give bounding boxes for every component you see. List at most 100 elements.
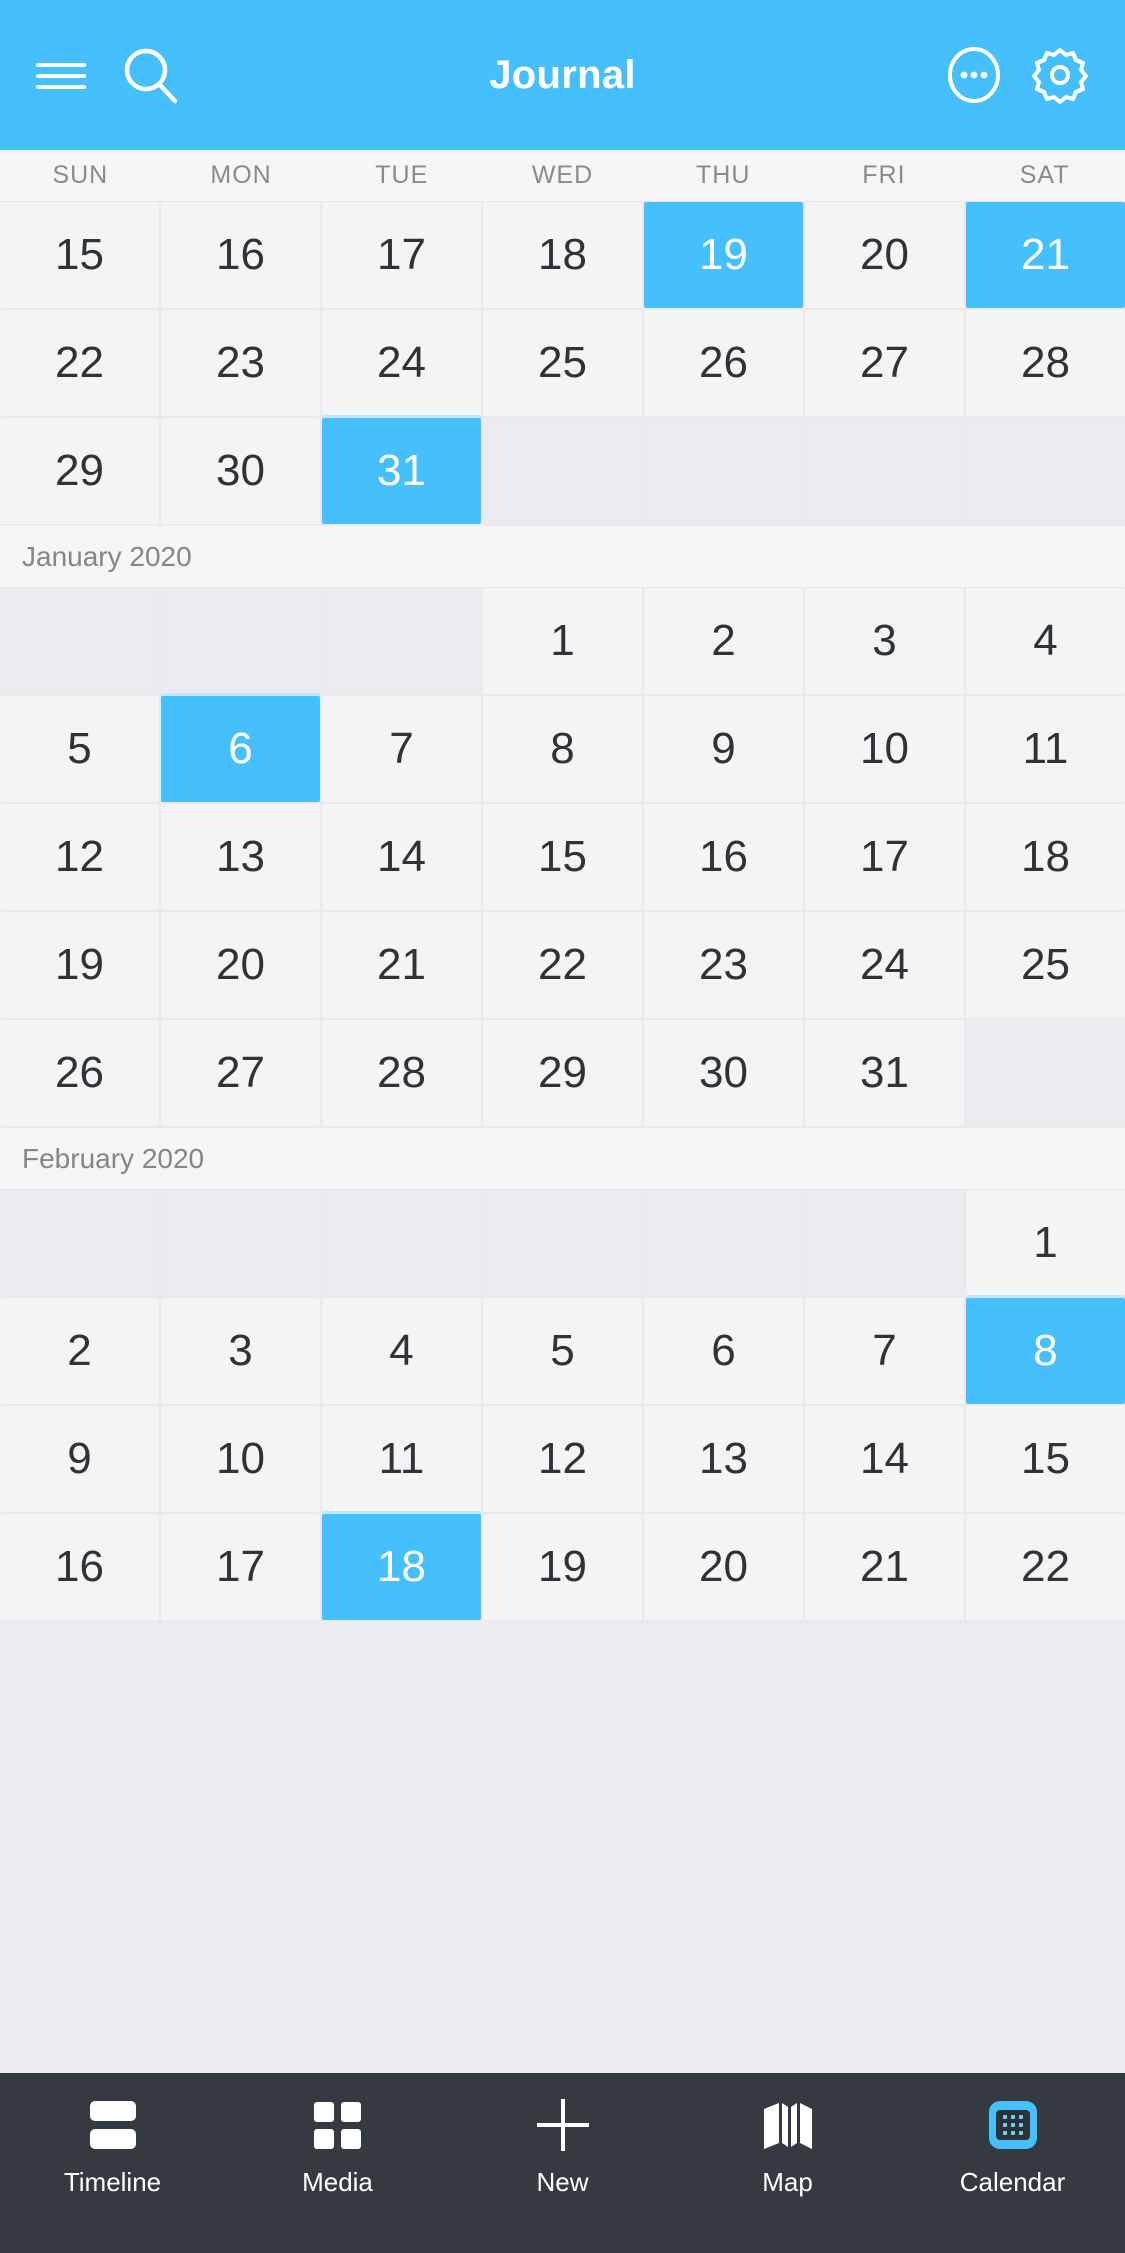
calendar-day-cell[interactable]: 27 [805,310,964,416]
calendar-day-cell[interactable]: 1 [483,588,642,694]
calendar-day-cell[interactable]: 11 [322,1406,481,1512]
calendar-day-cell[interactable]: 30 [161,418,320,524]
calendar-day-cell[interactable]: 26 [644,310,803,416]
nav-item-media[interactable]: Media [225,2099,450,2198]
calendar-week-row: 19 20 21 22 23 24 25 [0,912,1125,1020]
calendar-day-cell[interactable]: 11 [966,696,1125,802]
calendar-day-cell[interactable]: 27 [161,1020,320,1126]
calendar-day-cell[interactable]: 25 [483,310,642,416]
calendar-day-cell[interactable]: 14 [805,1406,964,1512]
calendar-day-cell[interactable]: 22 [483,912,642,1018]
calendar-day-cell[interactable]: 23 [161,310,320,416]
calendar-day-cell[interactable]: 3 [805,588,964,694]
calendar-day-cell[interactable]: 17 [161,1514,320,1620]
calendar-day-cell[interactable]: 4 [322,1298,481,1404]
calendar-day-cell[interactable]: 29 [0,418,159,524]
calendar-day-cell[interactable]: 5 [0,696,159,802]
calendar-day-cell[interactable]: 24 [322,310,481,416]
calendar-day-cell[interactable]: 16 [0,1514,159,1620]
nav-label-media: Media [302,2167,373,2197]
calendar-day-cell[interactable]: 22 [966,1514,1125,1620]
calendar-day-cell[interactable]: 18 [483,202,642,308]
calendar-day-cell[interactable]: 23 [644,912,803,1018]
calendar-day-cell[interactable]: 10 [805,696,964,802]
calendar-day-cell[interactable]: 30 [644,1020,803,1126]
calendar-day-cell[interactable]: 31 [322,418,481,524]
calendar-day-cell[interactable]: 20 [161,912,320,1018]
app-screen: Journal SUN MON TUE WED THU FRI SAT 15 1… [0,0,1125,2253]
calendar-day-cell[interactable]: 6 [161,696,320,802]
calendar-day-cell[interactable]: 17 [805,804,964,910]
calendar-day-cell[interactable]: 20 [644,1514,803,1620]
month-separator: January 2020 [0,526,1125,588]
calendar-day-cell[interactable]: 26 [0,1020,159,1126]
month-separator: February 2020 [0,1128,1125,1190]
circle-ellipsis-icon[interactable] [945,46,1003,104]
calendar-icon [988,2099,1037,2151]
calendar-week-row: 2345678 [0,1298,1125,1406]
calendar-day-cell[interactable]: 19 [0,912,159,1018]
weekday-thu: THU [696,161,751,189]
calendar-day-cell[interactable]: 10 [161,1406,320,1512]
calendar-day-cell[interactable]: 2 [644,588,803,694]
calendar-day-cell[interactable]: 18 [966,804,1125,910]
calendar-day-cell[interactable]: 16 [644,804,803,910]
calendar-day-cell[interactable]: 19 [644,202,803,308]
calendar-day-cell[interactable]: 15 [0,202,159,308]
nav-item-new[interactable]: New [450,2099,675,2198]
calendar-day-cell[interactable]: 1 [966,1190,1125,1296]
calendar-week-row: 1 [0,1190,1125,1298]
calendar-day-cell[interactable]: 3 [161,1298,320,1404]
calendar-day-cell[interactable]: 15 [966,1406,1125,1512]
calendar-day-cell[interactable]: 12 [0,804,159,910]
nav-label-timeline: Timeline [63,2167,162,2197]
calendar-day-cell[interactable]: 17 [322,202,481,308]
calendar-day-cell[interactable]: 9 [0,1406,159,1512]
calendar-day-cell[interactable]: 20 [805,202,964,308]
hamburger-menu-icon[interactable] [34,55,88,95]
map-icon [761,2099,815,2151]
nav-item-timeline[interactable]: Timeline [0,2099,225,2198]
calendar-day-cell[interactable]: 9 [644,696,803,802]
calendar-day-cell[interactable]: 12 [483,1406,642,1512]
calendar-week-row: 16 17 18 19 20 21 22 [0,1514,1125,1622]
calendar-day-cell[interactable]: 4 [966,588,1125,694]
nav-item-calendar[interactable]: Calendar [900,2099,1125,2198]
calendar-day-cell[interactable]: 2 [0,1298,159,1404]
calendar-week-row: 12 13 14 15 16 17 18 [0,804,1125,912]
calendar-day-cell[interactable]: 21 [322,912,481,1018]
nav-item-map[interactable]: Map [675,2099,900,2198]
calendar-day-cell[interactable]: 5 [483,1298,642,1404]
calendar-day-cell[interactable]: 14 [322,804,481,910]
calendar-day-cell[interactable]: 7 [805,1298,964,1404]
calendar-day-cell[interactable]: 29 [483,1020,642,1126]
weekday-sun: SUN [52,161,109,189]
calendar-day-cell[interactable]: 21 [805,1514,964,1620]
calendar-cell-empty [644,1190,803,1296]
calendar-day-cell[interactable]: 19 [483,1514,642,1620]
calendar-scroll-area[interactable]: 15 16 17 18 19 20 21 22 23 24 25 26 27 28 29 30 31 Januar… [0,202,1125,2073]
plus-icon [536,2099,589,2151]
calendar-day-cell[interactable]: 13 [644,1406,803,1512]
calendar-day-cell[interactable]: 18 [322,1514,481,1620]
calendar-day-cell[interactable]: 6 [644,1298,803,1404]
calendar-day-cell[interactable]: 16 [161,202,320,308]
calendar-day-cell[interactable]: 22 [0,310,159,416]
calendar-cell-empty [966,418,1125,524]
calendar-day-cell[interactable]: 28 [966,310,1125,416]
calendar-day-cell[interactable]: 21 [966,202,1125,308]
calendar-week-row: 22 23 24 25 26 27 28 [0,310,1125,418]
calendar-day-cell[interactable]: 31 [805,1020,964,1126]
calendar-day-cell[interactable]: 13 [161,804,320,910]
gear-icon[interactable] [1029,44,1091,106]
search-icon[interactable] [122,46,180,104]
calendar-day-cell[interactable]: 8 [483,696,642,802]
calendar-day-cell[interactable]: 7 [322,696,481,802]
calendar-day-cell[interactable]: 15 [483,804,642,910]
calendar-cell-empty [483,1190,642,1296]
calendar-day-cell[interactable]: 8 [966,1298,1125,1404]
calendar-day-cell[interactable]: 28 [322,1020,481,1126]
media-grid-icon [314,2099,361,2151]
calendar-day-cell[interactable]: 25 [966,912,1125,1018]
calendar-day-cell[interactable]: 24 [805,912,964,1018]
